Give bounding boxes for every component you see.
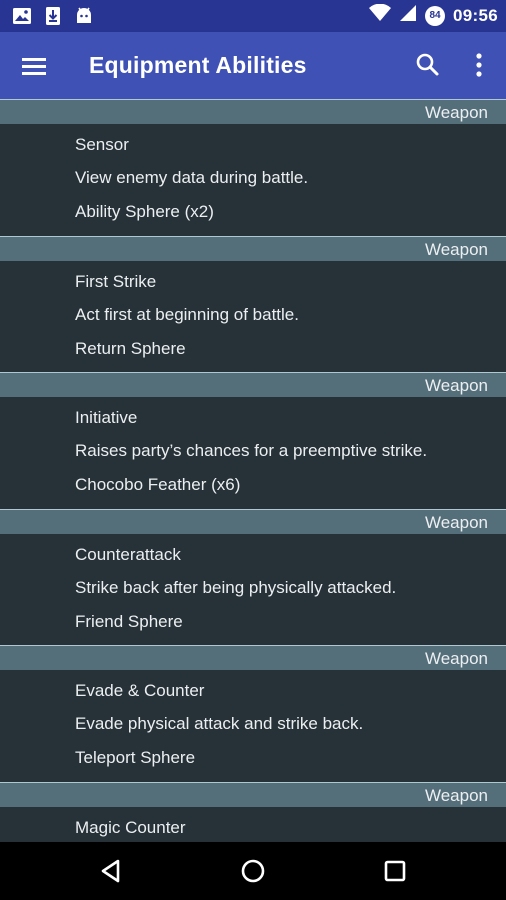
item-body[interactable]: Initiative Raises party’s chances for a … [0, 397, 506, 509]
back-icon[interactable] [96, 856, 126, 886]
ability-name: Sensor [75, 135, 129, 154]
list-item[interactable]: Weapon Counterattack Strike back after b… [0, 508, 506, 646]
ability-description: View enemy data during battle. [75, 168, 309, 187]
wifi-icon [369, 3, 392, 27]
ability-description: Strike back after being physically attac… [75, 577, 397, 597]
category-header: Weapon [0, 508, 506, 534]
ability-requirement: Teleport Sphere [75, 748, 196, 767]
category-header: Weapon [0, 99, 506, 124]
clock: 09:56 [453, 5, 498, 25]
menu-icon[interactable] [20, 52, 50, 80]
ability-description: Act first at beginning of battle. [75, 304, 299, 324]
list-item[interactable]: Weapon Initiative Raises party’s chances… [0, 372, 506, 509]
item-body[interactable]: Sensor View enemy data during battle. Ab… [0, 124, 506, 236]
app-bar: Equipment Abilities [0, 32, 506, 99]
ability-description: Evade physical attack and strike back. [75, 714, 364, 733]
ability-name: Magic Counter [75, 817, 186, 837]
list-item[interactable]: Weapon Magic Counter [0, 781, 506, 843]
list-item[interactable]: Weapon Evade & Counter Evade physical at… [0, 645, 506, 782]
item-body[interactable]: Counterattack Strike back after being ph… [0, 534, 506, 646]
battery-icon: 84 [425, 5, 446, 26]
item-body[interactable]: First Strike Act first at beginning of b… [0, 261, 506, 373]
image-icon [12, 6, 32, 31]
ability-list[interactable]: Weapon Sensor View enemy data during bat… [0, 99, 506, 842]
item-body[interactable]: Magic Counter [0, 807, 506, 843]
ability-name: First Strike [75, 271, 157, 291]
list-item[interactable]: Weapon Sensor View enemy data during bat… [0, 99, 506, 236]
item-body[interactable]: Evade & Counter Evade physical attack an… [0, 670, 506, 782]
category-header: Weapon [0, 645, 506, 670]
ability-requirement: Ability Sphere (x2) [75, 202, 214, 221]
page-title: Equipment Abilities [89, 52, 307, 78]
more-vert-icon[interactable] [466, 51, 492, 79]
status-bar: 84 09:56 [0, 0, 506, 32]
ability-requirement: Return Sphere [75, 338, 186, 358]
android-icon [74, 6, 94, 31]
category-header: Weapon [0, 235, 506, 261]
status-right: 84 09:56 [369, 3, 498, 27]
ability-name: Initiative [75, 408, 138, 427]
recents-icon[interactable] [380, 856, 410, 886]
signal-icon [399, 4, 417, 27]
list-item[interactable]: Weapon First Strike Act first at beginni… [0, 235, 506, 373]
navigation-bar [0, 842, 506, 900]
search-icon[interactable] [414, 51, 442, 79]
ability-name: Evade & Counter [75, 681, 205, 700]
ability-name: Counterattack [75, 544, 181, 564]
download-icon [44, 6, 62, 31]
home-icon[interactable] [238, 856, 268, 886]
ability-description: Raises party’s chances for a preemptive … [75, 441, 428, 460]
category-header: Weapon [0, 372, 506, 397]
category-header: Weapon [0, 781, 506, 807]
notification-icons [12, 6, 94, 31]
ability-requirement: Friend Sphere [75, 611, 183, 631]
ability-requirement: Chocobo Feather (x6) [75, 475, 241, 494]
